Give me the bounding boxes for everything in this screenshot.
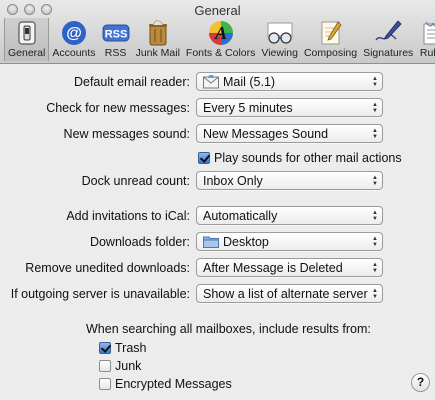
- tab-rules[interactable]: Rules: [416, 18, 435, 61]
- tab-junk-mail-label: Junk Mail: [135, 47, 180, 59]
- popup-arrows-icon: ▲ ▼: [372, 209, 378, 222]
- dock-count-row: Dock unread count: Inbox Only ▲ ▼: [0, 171, 435, 191]
- rss-glyph: RSS: [104, 29, 127, 41]
- general-preferences-pane: Default email reader: Mail (5.1) ▲ ▼ Chec…: [0, 64, 435, 400]
- default-reader-popup[interactable]: Mail (5.1) ▲ ▼: [196, 72, 383, 91]
- tab-general[interactable]: General: [4, 18, 50, 61]
- encrypted-label: Encrypted Messages: [115, 376, 232, 391]
- default-reader-row: Default email reader: Mail (5.1) ▲ ▼: [0, 72, 435, 92]
- play-sounds-option[interactable]: Play sounds for other mail actions: [198, 150, 402, 165]
- tab-viewing[interactable]: Viewing: [258, 18, 301, 61]
- preferences-toolbar: General @ Accounts RSS RSS Junk Mail A F…: [4, 18, 435, 62]
- at-sign-icon: @: [60, 20, 88, 46]
- remove-downloads-popup[interactable]: After Message is Deleted ▲ ▼: [196, 258, 383, 277]
- check-messages-row: Check for new messages: Every 5 minutes …: [0, 98, 435, 118]
- rules-icon: [419, 20, 435, 46]
- downloads-popup[interactable]: Desktop ▲ ▼: [196, 232, 383, 251]
- check-messages-label: Check for new messages:: [46, 101, 190, 115]
- tab-accounts[interactable]: @ Accounts: [49, 18, 98, 61]
- outgoing-label: If outgoing server is unavailable:: [10, 287, 190, 301]
- popup-arrows-icon: ▲ ▼: [372, 127, 378, 140]
- popup-arrows-icon: ▲ ▼: [372, 174, 378, 187]
- search-heading: When searching all mailboxes, include re…: [86, 322, 371, 336]
- tab-junk-mail[interactable]: Junk Mail: [133, 18, 183, 61]
- junk-label: Junk: [115, 358, 142, 373]
- tab-rss[interactable]: RSS RSS: [99, 18, 133, 61]
- search-option-encrypted[interactable]: Encrypted Messages: [99, 376, 232, 391]
- default-reader-label: Default email reader:: [73, 75, 190, 89]
- trash-checkbox[interactable]: [99, 341, 111, 354]
- signature-pen-icon: [374, 20, 402, 46]
- rss-icon: RSS: [102, 20, 130, 46]
- ical-row: Add invitations to iCal: Automatically ▲…: [0, 206, 435, 226]
- search-option-junk[interactable]: Junk: [99, 358, 141, 373]
- trash-can-icon: [144, 20, 172, 46]
- ical-popup[interactable]: Automatically ▲ ▼: [196, 206, 383, 225]
- glasses-icon: [266, 20, 294, 46]
- dock-count-value: Inbox Only: [203, 173, 263, 188]
- tab-viewing-label: Viewing: [261, 47, 298, 59]
- tab-signatures[interactable]: Signatures: [360, 18, 416, 61]
- folder-icon: [203, 235, 219, 248]
- check-messages-value: Every 5 minutes: [203, 100, 293, 115]
- search-option-trash[interactable]: Trash: [99, 340, 147, 355]
- ical-value: Automatically: [203, 208, 278, 223]
- trash-label: Trash: [115, 340, 147, 355]
- fonts-glyph: A: [214, 23, 227, 43]
- help-button[interactable]: ?: [411, 373, 430, 392]
- tab-fonts-colors[interactable]: A Fonts & Colors: [183, 18, 258, 61]
- tab-fonts-colors-label: Fonts & Colors: [185, 47, 256, 59]
- tab-accounts-label: Accounts: [52, 47, 96, 59]
- remove-downloads-value: After Message is Deleted: [203, 260, 343, 275]
- downloads-row: Downloads folder: Desktop ▲ ▼: [0, 232, 435, 252]
- tab-composing[interactable]: Composing: [301, 18, 360, 61]
- remove-downloads-label: Remove unedited downloads:: [25, 261, 190, 275]
- tab-rss-label: RSS: [104, 47, 127, 59]
- popup-arrows-icon: ▲ ▼: [372, 261, 378, 274]
- at-sign-glyph: @: [66, 25, 82, 42]
- popup-arrows-icon: ▲ ▼: [372, 235, 378, 248]
- new-sound-row: New messages sound: New Messages Sound ▲…: [0, 124, 435, 144]
- pen-paper-icon: [317, 20, 345, 46]
- tab-composing-label: Composing: [303, 47, 358, 59]
- play-sounds-label: Play sounds for other mail actions: [214, 150, 402, 165]
- mail-preferences-window: General General @ Accounts RSS RSS Junk …: [0, 0, 435, 400]
- popup-arrows-icon: ▲ ▼: [372, 287, 378, 300]
- window-toolbar: General General @ Accounts RSS RSS Junk …: [0, 0, 435, 64]
- tab-rules-label: Rules: [419, 47, 435, 59]
- new-sound-label: New messages sound:: [63, 127, 190, 141]
- window-title: General: [194, 3, 241, 18]
- outgoing-value: Show a list of alternate servers: [203, 286, 368, 301]
- popup-arrows-icon: ▲ ▼: [372, 101, 378, 114]
- encrypted-checkbox[interactable]: [99, 377, 111, 390]
- outgoing-row: If outgoing server is unavailable: Show …: [0, 284, 435, 304]
- tab-general-label: General: [8, 47, 46, 59]
- popup-arrows-icon: ▲ ▼: [372, 75, 378, 88]
- downloads-label: Downloads folder:: [89, 235, 190, 249]
- junk-checkbox[interactable]: [99, 359, 111, 372]
- outgoing-popup[interactable]: Show a list of alternate servers ▲ ▼: [196, 284, 383, 303]
- default-reader-value: Mail (5.1): [223, 74, 276, 89]
- tab-signatures-label: Signatures: [363, 47, 414, 59]
- play-sounds-checkbox[interactable]: [198, 151, 210, 164]
- fonts-colors-icon: A: [207, 20, 235, 46]
- new-sound-popup[interactable]: New Messages Sound ▲ ▼: [196, 124, 383, 143]
- ical-label: Add invitations to iCal:: [66, 209, 190, 223]
- dock-count-label: Dock unread count:: [81, 174, 190, 188]
- general-switch-icon: [13, 20, 41, 46]
- mail-app-icon: [203, 74, 219, 89]
- check-messages-popup[interactable]: Every 5 minutes ▲ ▼: [196, 98, 383, 117]
- new-sound-value: New Messages Sound: [203, 126, 329, 141]
- remove-downloads-row: Remove unedited downloads: After Message…: [0, 258, 435, 278]
- downloads-value: Desktop: [223, 234, 269, 249]
- dock-count-popup[interactable]: Inbox Only ▲ ▼: [196, 171, 383, 190]
